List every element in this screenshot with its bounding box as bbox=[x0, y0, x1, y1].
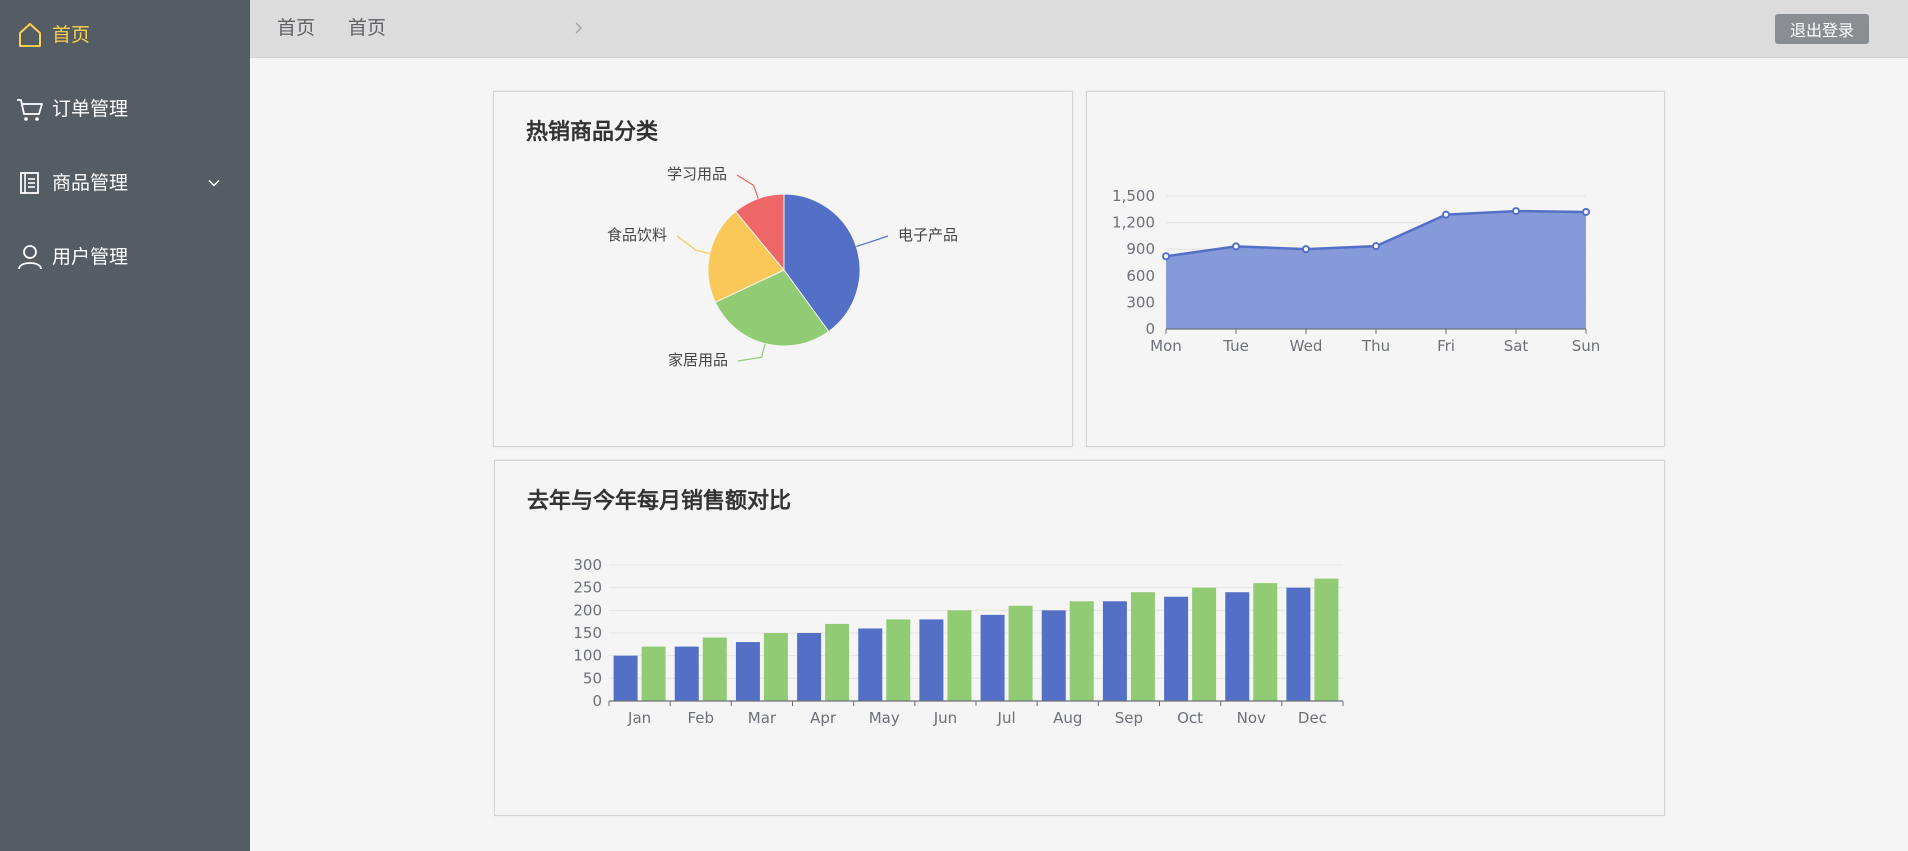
chevron-down-icon[interactable] bbox=[206, 175, 222, 191]
y-tick-label: 900 bbox=[1126, 240, 1155, 258]
bar bbox=[1130, 592, 1155, 701]
y-tick-label: 50 bbox=[583, 669, 602, 687]
sidebar: 首页 订单管理 商品管理 用户管理 bbox=[0, 0, 250, 851]
bar bbox=[1286, 587, 1311, 701]
sidebar-item-users[interactable]: 用户管理 bbox=[0, 229, 250, 285]
bar bbox=[919, 619, 944, 701]
y-tick-label: 1,500 bbox=[1112, 187, 1155, 205]
pie-chart: 电子产品家居用品 食品饮料 学习用品 bbox=[607, 165, 958, 369]
x-tick-label: May bbox=[869, 709, 900, 727]
line-chart: 0 300 600 900 1,200 1,500 Mon Tue Wed Thu Fri Sat Su… bbox=[1112, 187, 1601, 355]
pie-label: 家居用品 bbox=[668, 351, 728, 369]
data-point bbox=[1232, 242, 1240, 251]
bar bbox=[825, 623, 850, 701]
data-point bbox=[1442, 210, 1450, 219]
x-tick-label: Thu bbox=[1361, 337, 1390, 355]
bar bbox=[735, 642, 760, 701]
document-icon bbox=[20, 172, 39, 194]
y-tick-label: 200 bbox=[573, 601, 602, 619]
top-header: 首页 首页 退出登录 bbox=[250, 0, 1908, 58]
x-tick-label: Apr bbox=[810, 709, 837, 727]
bar bbox=[858, 628, 883, 701]
bar bbox=[674, 646, 699, 701]
sidebar-item-products[interactable]: 商品管理 bbox=[0, 155, 250, 211]
x-tick-label: Sun bbox=[1572, 337, 1601, 355]
y-tick-label: 100 bbox=[573, 647, 602, 665]
bar bbox=[763, 633, 788, 701]
x-tick-label: Wed bbox=[1290, 337, 1323, 355]
chevron-right-icon bbox=[575, 22, 582, 34]
area-fill bbox=[1166, 211, 1586, 329]
pie-label-line bbox=[736, 174, 759, 199]
pie-label-line bbox=[737, 343, 766, 362]
bar bbox=[1164, 596, 1189, 701]
bar bbox=[1225, 592, 1250, 701]
sidebar-item-label: 商品管理 bbox=[52, 172, 129, 194]
bar bbox=[1069, 601, 1094, 701]
bar bbox=[613, 655, 638, 701]
x-tick-label: Sat bbox=[1504, 337, 1529, 355]
y-tick-label: 300 bbox=[573, 556, 602, 574]
data-point bbox=[1372, 242, 1380, 251]
x-tick-label: Sep bbox=[1115, 709, 1143, 727]
y-tick-label: 0 bbox=[1145, 320, 1155, 338]
bar-chart: 0 50 100 150 200 250 300 Jan Feb Mar Apr May Jun Jul A… bbox=[573, 556, 1344, 727]
y-tick-label: 300 bbox=[1126, 293, 1155, 311]
data-point bbox=[1302, 245, 1310, 254]
sidebar-item-label: 订单管理 bbox=[52, 98, 129, 120]
pie-label-line bbox=[856, 235, 889, 248]
sidebar-item-home[interactable]: 首页 bbox=[0, 7, 250, 63]
y-tick-label: 1,200 bbox=[1112, 214, 1155, 232]
x-tick-label: Oct bbox=[1177, 709, 1203, 727]
data-point bbox=[1512, 207, 1520, 216]
bar-chart-card: 去年与今年每月销售额对比 0 50 100 150 200 250 300 Jan Feb Mar… bbox=[494, 460, 1665, 816]
sidebar-item-label: 首页 bbox=[52, 24, 91, 46]
x-tick-label: Dec bbox=[1298, 709, 1327, 727]
x-tick-label: Jan bbox=[627, 709, 651, 727]
data-point bbox=[1162, 252, 1170, 261]
bar bbox=[1041, 610, 1066, 701]
line-chart-card: 0 300 600 900 1,200 1,500 Mon Tue Wed Thu Fri Sat Su… bbox=[1086, 91, 1665, 447]
bar bbox=[980, 614, 1005, 701]
breadcrumb-item-home[interactable]: 首页 bbox=[277, 16, 315, 40]
x-tick-label: Feb bbox=[687, 709, 714, 727]
pie-label: 电子产品 bbox=[898, 226, 958, 244]
bar bbox=[1008, 605, 1033, 701]
logout-button[interactable]: 退出登录 bbox=[1775, 14, 1869, 44]
sidebar-item-orders[interactable]: 订单管理 bbox=[0, 81, 250, 137]
bar bbox=[1102, 601, 1127, 701]
pie-label: 食品饮料 bbox=[607, 226, 667, 244]
bar bbox=[886, 619, 911, 701]
x-tick-label: Nov bbox=[1237, 709, 1266, 727]
user-icon bbox=[18, 245, 42, 270]
y-tick-label: 600 bbox=[1126, 267, 1155, 285]
x-tick-label: Tue bbox=[1222, 337, 1249, 355]
bar bbox=[797, 633, 822, 701]
y-tick-label: 250 bbox=[573, 579, 602, 597]
bar bbox=[1192, 587, 1217, 701]
x-tick-label: Mar bbox=[748, 709, 777, 727]
home-icon bbox=[19, 23, 41, 47]
pie-label: 学习用品 bbox=[667, 165, 727, 183]
bar bbox=[947, 610, 972, 701]
data-point bbox=[1582, 207, 1590, 216]
bar bbox=[641, 646, 666, 701]
bar bbox=[1314, 578, 1339, 701]
x-tick-label: Aug bbox=[1053, 709, 1082, 727]
y-tick-label: 150 bbox=[573, 624, 602, 642]
y-tick-label: 0 bbox=[592, 692, 602, 710]
pie-chart-card: 热销商品分类 电子产品 家居用品 食品饮料 学习用品 bbox=[493, 91, 1073, 447]
cart-icon bbox=[17, 99, 43, 121]
x-tick-label: Jul bbox=[997, 709, 1016, 727]
pie-label-line bbox=[676, 235, 710, 255]
x-tick-label: Jun bbox=[933, 709, 957, 727]
bar bbox=[702, 637, 727, 701]
x-tick-label: Mon bbox=[1150, 337, 1182, 355]
sidebar-item-label: 用户管理 bbox=[52, 246, 129, 268]
x-tick-label: Fri bbox=[1437, 337, 1455, 355]
bar bbox=[1253, 583, 1278, 701]
breadcrumb-item-current: 首页 bbox=[348, 17, 387, 39]
